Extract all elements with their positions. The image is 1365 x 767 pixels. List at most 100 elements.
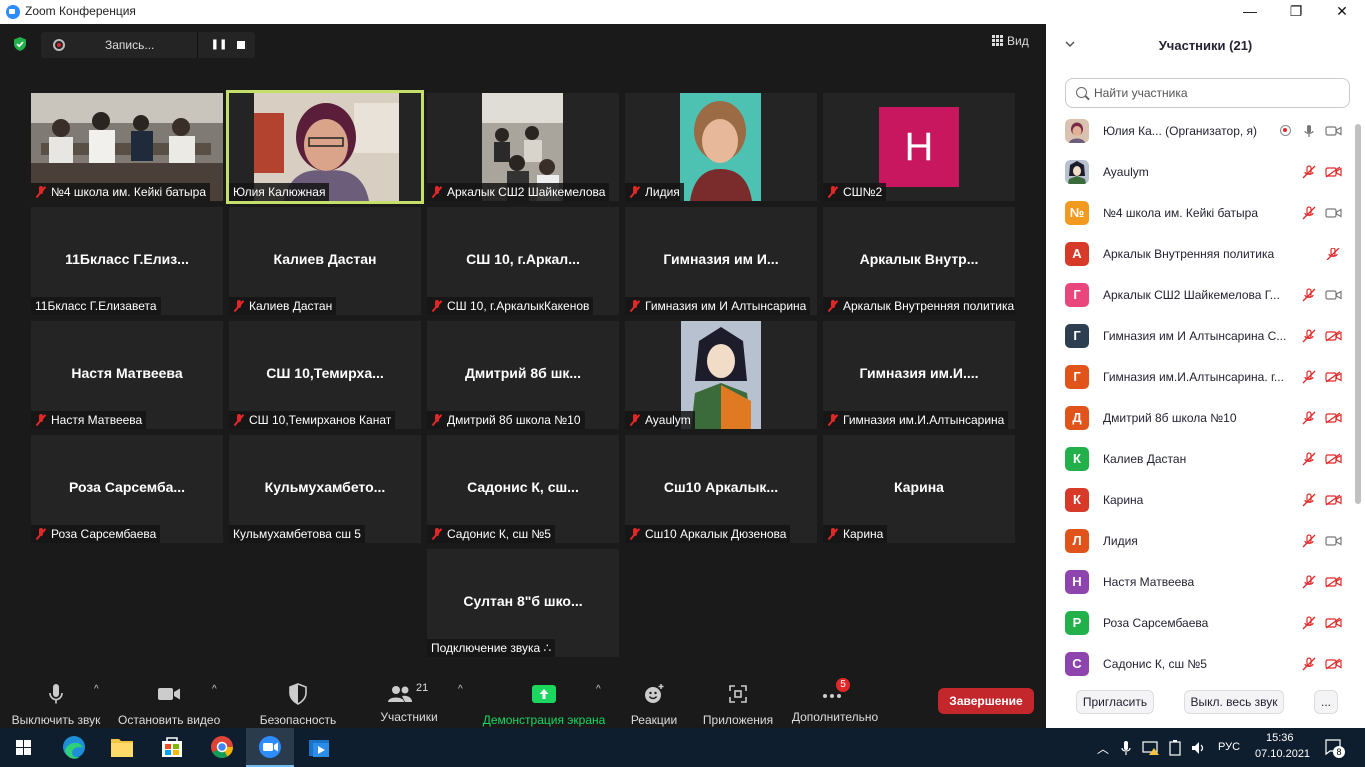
video-tile[interactable]: Роза Сарсемба... Роза Сарсембаева (31, 435, 223, 543)
participant-list-scrollbar[interactable] (1355, 124, 1361, 504)
taskbar-chrome[interactable] (198, 728, 246, 767)
participant-row[interactable]: Л Лидия (1046, 521, 1354, 562)
camera-off-icon[interactable] (1325, 453, 1342, 465)
video-tile[interactable]: Настя Матвеева Настя Матвеева (31, 321, 223, 429)
participant-row[interactable]: К Калиев Дастан (1046, 439, 1354, 480)
reactions-button[interactable]: Реакции (626, 682, 682, 727)
mute-all-button[interactable]: Выкл. весь звук (1184, 690, 1284, 714)
stop-recording-button[interactable] (237, 41, 245, 49)
share-screen-button[interactable]: Демонстрация экрана (482, 682, 606, 727)
maximize-button[interactable]: ❐ (1273, 0, 1319, 24)
participants-options-chevron-up-icon[interactable]: ^ (458, 684, 463, 695)
microphone-muted-icon[interactable] (1325, 248, 1342, 260)
camera-on-icon[interactable] (1325, 535, 1342, 547)
participant-row[interactable]: № №4 школа им. Кейкі батыра (1046, 193, 1354, 234)
tray-chevron-up-icon[interactable]: ︿ (1097, 740, 1109, 757)
video-tile[interactable]: Дмитрий 8б шк... Дмитрий 8б школа №10 (427, 321, 619, 429)
microphone-muted-icon[interactable] (1302, 657, 1316, 671)
microphone-muted-icon[interactable] (1302, 370, 1316, 384)
video-tile[interactable]: 11Бкласс Г.Елиз... 11Бкласс Г.Елизавета (31, 207, 223, 315)
microphone-muted-icon[interactable] (1302, 165, 1316, 179)
mute-button[interactable]: Выключить звук (10, 682, 102, 727)
invite-button[interactable]: Пригласить (1076, 690, 1154, 714)
participant-row[interactable]: Г Гимназия им И Алтынсарина С... (1046, 316, 1354, 357)
notification-center-button[interactable]: 8 (1324, 738, 1346, 758)
video-tile[interactable]: Гимназия им И... Гимназия им И Алтынсари… (625, 207, 817, 315)
video-tile-active-speaker[interactable]: Юлия Калюжная (226, 90, 424, 204)
camera-off-icon[interactable] (1325, 658, 1342, 670)
tray-speaker-icon[interactable] (1190, 740, 1206, 756)
microphone-muted-icon[interactable] (1302, 575, 1316, 589)
microphone-muted-icon[interactable] (1302, 288, 1316, 302)
participant-row[interactable]: Р Роза Сарсембаева (1046, 603, 1354, 644)
camera-off-icon[interactable] (1325, 617, 1342, 629)
participant-row[interactable]: Г Гимназия им.И.Алтынсарина. г... (1046, 357, 1354, 398)
participant-search[interactable] (1065, 78, 1350, 108)
close-button[interactable]: ✕ (1319, 0, 1365, 24)
video-tile[interactable]: Садонис К, сш... Садонис К, сш №5 (427, 435, 619, 543)
video-tile[interactable]: Кульмухамбето... Кульмухамбетова сш 5 (229, 435, 421, 543)
panel-more-button[interactable]: ... (1314, 690, 1338, 714)
start-button[interactable] (0, 728, 48, 767)
minimize-button[interactable]: — (1227, 0, 1273, 24)
camera-off-icon[interactable] (1325, 330, 1342, 342)
participant-row[interactable]: С Садонис К, сш №5 (1046, 644, 1354, 685)
video-tile[interactable]: Карина Карина (823, 435, 1015, 543)
input-language[interactable]: РУС (1218, 741, 1240, 753)
video-options-chevron-up-icon[interactable]: ^ (212, 684, 217, 695)
taskbar-media-player[interactable] (296, 728, 344, 767)
microphone-muted-icon[interactable] (1302, 616, 1316, 630)
taskbar-zoom[interactable] (246, 728, 294, 767)
participant-row[interactable]: А Аркалык Внутренняя политика (1046, 234, 1354, 275)
video-tile[interactable]: СШ 10,Темирха... СШ 10,Темирханов Канат (229, 321, 421, 429)
camera-on-icon[interactable] (1325, 289, 1342, 301)
camera-on-icon[interactable] (1325, 207, 1342, 219)
end-meeting-button[interactable]: Завершение (938, 688, 1034, 714)
camera-off-icon[interactable] (1325, 576, 1342, 588)
microphone-muted-icon[interactable] (1302, 493, 1316, 507)
taskbar-edge[interactable] (50, 728, 98, 767)
video-tile[interactable]: Н СШ№2 (823, 93, 1015, 201)
microphone-muted-icon[interactable] (1302, 452, 1316, 466)
video-tile[interactable]: Аркалык Внутр... Аркалык Внутренняя поли… (823, 207, 1015, 315)
tray-microphone-icon[interactable] (1120, 740, 1132, 756)
camera-off-icon[interactable] (1325, 166, 1342, 178)
microphone-on-icon[interactable] (1302, 124, 1316, 138)
camera-off-icon[interactable] (1325, 494, 1342, 506)
participants-button[interactable]: 21 Участники (372, 682, 446, 724)
clock-date[interactable]: 07.10.2021 (1255, 748, 1310, 760)
participant-row[interactable]: Ayaulym (1046, 152, 1354, 193)
view-button[interactable]: Вид (992, 34, 1029, 48)
tray-battery-icon[interactable] (1168, 740, 1182, 756)
participant-row[interactable]: К Карина (1046, 480, 1354, 521)
video-tile[interactable]: №4 школа им. Кейкі батыра (31, 93, 223, 201)
shield-check-icon[interactable] (12, 36, 28, 52)
camera-on-icon[interactable] (1325, 125, 1342, 137)
video-tile[interactable]: Ayaulym (625, 321, 817, 429)
clock-time[interactable]: 15:36 (1266, 732, 1294, 744)
microphone-muted-icon[interactable] (1302, 534, 1316, 548)
video-tile[interactable]: Аркалык СШ2 Шайкемелова (427, 93, 619, 201)
more-button[interactable]: 5 Дополнительно (790, 678, 880, 724)
participant-row[interactable]: Юлия Ка... (Организатор, я) (1046, 111, 1354, 152)
pause-recording-button[interactable]: ❚❚ (209, 35, 229, 55)
taskbar-file-explorer[interactable] (98, 728, 146, 767)
video-tile[interactable]: Калиев Дастан Калиев Дастан (229, 207, 421, 315)
microphone-muted-icon[interactable] (1302, 206, 1316, 220)
share-options-chevron-up-icon[interactable]: ^ (596, 684, 601, 695)
participant-row[interactable]: Г Аркалык СШ2 Шайкемелова Г... (1046, 275, 1354, 316)
security-button[interactable]: Безопасность (258, 682, 338, 727)
camera-off-icon[interactable] (1325, 412, 1342, 424)
microphone-muted-icon[interactable] (1302, 411, 1316, 425)
video-tile[interactable]: Султан 8"б шко... Подключение звука ∴ (427, 549, 619, 657)
participant-search-input[interactable] (1094, 84, 1334, 102)
participant-row[interactable]: Н Настя Матвеева (1046, 562, 1354, 603)
participant-row[interactable]: Д Дмитрий 8б школа №10 (1046, 398, 1354, 439)
microphone-muted-icon[interactable] (1302, 329, 1316, 343)
video-tile[interactable]: СШ 10, г.Аркал... СШ 10, г.АркалыкКакено… (427, 207, 619, 315)
tray-network-warning-icon[interactable] (1142, 740, 1160, 756)
video-tile[interactable]: Гимназия им.И.... Гимназия им.И.Алтынсар… (823, 321, 1015, 429)
stop-video-button[interactable]: Остановить видео (118, 682, 220, 727)
apps-button[interactable]: Приложения (700, 682, 776, 727)
video-tile[interactable]: Лидия (625, 93, 817, 201)
